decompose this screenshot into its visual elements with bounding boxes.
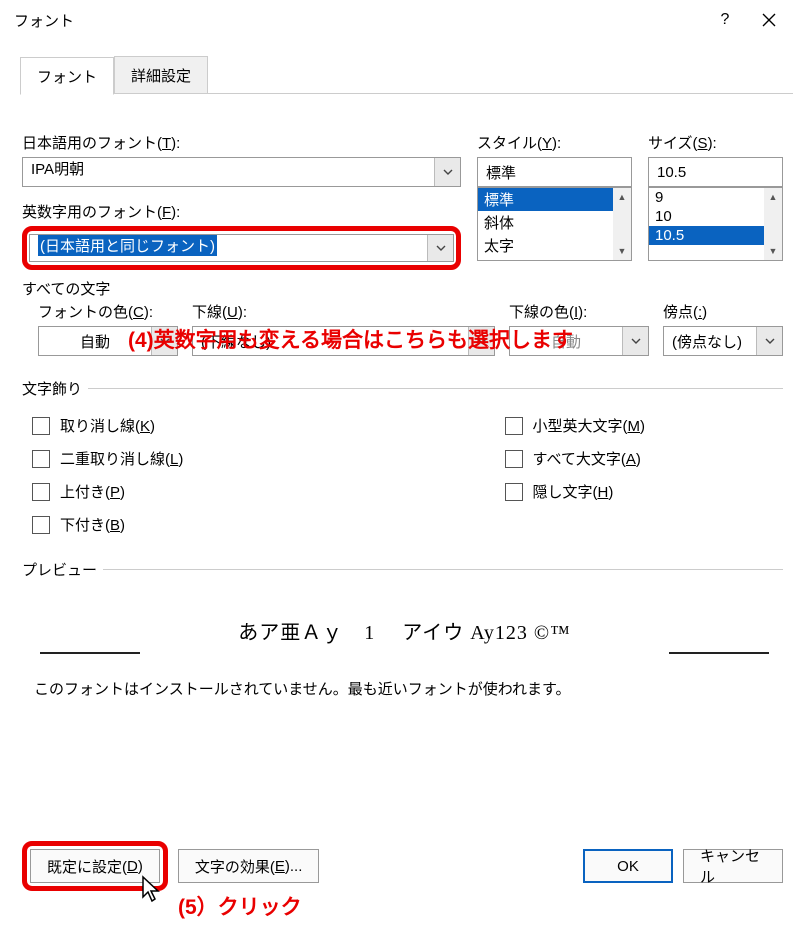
label-japanese-font: 日本語用のフォント(T):: [22, 132, 461, 153]
style-listbox[interactable]: 標準 斜体 太字 ▲ ▼: [477, 187, 632, 261]
dropdown-arrow-icon[interactable]: [434, 158, 460, 186]
latin-font-value: (日本語用と同じフォント): [30, 235, 427, 261]
label-underline-color: 下線の色(I):: [509, 301, 649, 322]
dialog-footer: 既定に設定(D) 文字の効果(E)... OK キャンセル: [0, 841, 805, 891]
emphasis-value: (傍点なし): [664, 331, 756, 352]
style-item-regular[interactable]: 標準: [478, 188, 631, 211]
checkbox-icon: [32, 483, 50, 501]
label-latin-font: 英数字用のフォント(F):: [22, 201, 461, 222]
scroll-down-icon[interactable]: ▼: [764, 242, 782, 260]
cancel-button[interactable]: キャンセル: [683, 849, 783, 883]
text-effects-button[interactable]: 文字の効果(E)...: [178, 849, 320, 883]
scroll-up-icon[interactable]: ▲: [764, 188, 782, 206]
emphasis-combo[interactable]: (傍点なし): [663, 326, 783, 356]
dropdown-arrow-icon[interactable]: [756, 327, 782, 355]
preview-note: このフォントはインストールされていません。最も近いフォントが使われます。: [32, 678, 777, 699]
preview-line-right: [669, 652, 769, 654]
label-style: スタイル(Y):: [477, 132, 632, 153]
size-item[interactable]: 9: [649, 188, 782, 207]
preview-line-left: [40, 652, 140, 654]
group-preview: プレビュー あア亜Ａｙ 1 アイウ Ay123 ©™ このフォントはインストール…: [22, 559, 783, 703]
help-icon: ?: [721, 11, 730, 29]
checkbox-icon: [505, 450, 523, 468]
check-allcaps[interactable]: すべて大文字(A): [505, 442, 778, 475]
style-scrollbar[interactable]: ▲ ▼: [613, 188, 631, 260]
style-item-italic[interactable]: 斜体: [478, 211, 631, 234]
scroll-up-icon[interactable]: ▲: [613, 188, 631, 206]
annotation-5: (5）クリック: [178, 891, 302, 921]
check-double-strike[interactable]: 二重取り消し線(L): [32, 442, 305, 475]
size-input[interactable]: [648, 157, 783, 187]
ok-button[interactable]: OK: [583, 849, 673, 883]
checkbox-icon: [505, 483, 523, 501]
close-icon: [762, 13, 776, 27]
tab-font[interactable]: フォント: [20, 57, 114, 95]
check-subscript[interactable]: 下付き(B): [32, 508, 305, 541]
checkbox-icon: [505, 417, 523, 435]
dropdown-arrow-icon[interactable]: [622, 327, 648, 355]
scroll-down-icon[interactable]: ▼: [613, 242, 631, 260]
group-decorations: 文字飾り 取り消し線(K) 二重取り消し線(L) 上付き(P) 下付き(B) 小…: [22, 378, 783, 545]
title-bar: フォント ?: [0, 0, 805, 40]
preview-sample-text: あア亜Ａｙ 1 アイウ Ay123 ©™: [238, 616, 570, 645]
check-strikethrough[interactable]: 取り消し線(K): [32, 409, 305, 442]
preview-box: あア亜Ａｙ 1 アイウ Ay123 ©™: [32, 600, 777, 660]
tab-strip: フォント 詳細設定: [0, 58, 805, 94]
tab-advanced[interactable]: 詳細設定: [114, 56, 208, 94]
label-underline: 下線(U):: [192, 301, 495, 322]
label-emphasis: 傍点(:): [663, 301, 783, 322]
japanese-font-combo[interactable]: IPA明朝: [22, 157, 461, 187]
checkbox-icon: [32, 417, 50, 435]
legend-preview: プレビュー: [22, 559, 103, 580]
window-title: フォント: [14, 10, 74, 31]
dropdown-arrow-icon[interactable]: [427, 235, 453, 261]
style-input[interactable]: [477, 157, 632, 187]
size-item[interactable]: 10.5: [649, 226, 782, 245]
cursor-icon: [140, 875, 162, 903]
legend-decorations: 文字飾り: [22, 378, 88, 399]
label-size: サイズ(S):: [648, 132, 783, 153]
latin-font-combo-highlight: (日本語用と同じフォント): [22, 226, 461, 270]
style-item-bold[interactable]: 太字: [478, 234, 631, 257]
check-hidden[interactable]: 隠し文字(H): [505, 475, 778, 508]
checkbox-icon: [32, 516, 50, 534]
size-listbox[interactable]: 9 10 10.5 ▲ ▼: [648, 187, 783, 261]
check-superscript[interactable]: 上付き(P): [32, 475, 305, 508]
size-item[interactable]: 10: [649, 207, 782, 226]
annotation-4: (4)英数字用も変える場合はこちらも選択します: [128, 324, 573, 354]
help-button[interactable]: ?: [703, 0, 747, 40]
checkbox-icon: [32, 450, 50, 468]
label-font-color: フォントの色(C):: [38, 301, 178, 322]
japanese-font-value: IPA明朝: [23, 158, 434, 186]
latin-font-combo[interactable]: (日本語用と同じフォント): [29, 234, 454, 262]
close-button[interactable]: [747, 0, 791, 40]
label-all-text: すべての文字: [22, 278, 783, 299]
check-smallcaps[interactable]: 小型英大文字(M): [505, 409, 778, 442]
size-scrollbar[interactable]: ▲ ▼: [764, 188, 782, 260]
